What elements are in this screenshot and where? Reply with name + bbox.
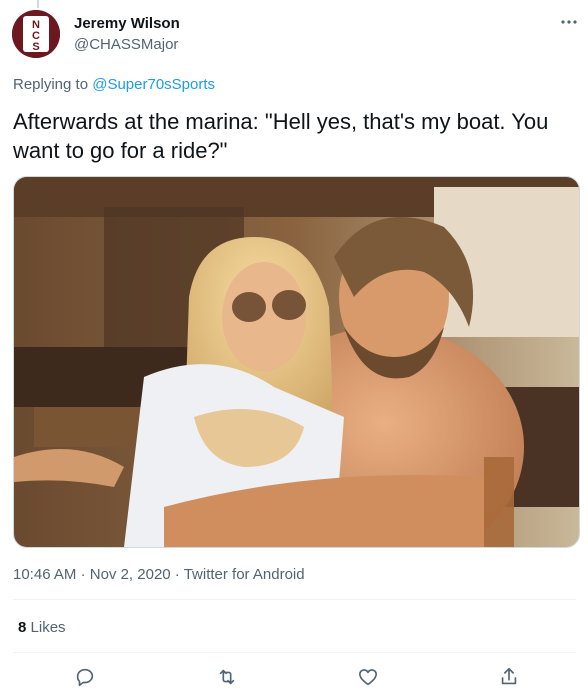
likes-count: 8 <box>18 619 27 636</box>
meta-separator: · <box>174 566 180 583</box>
ncs-logo-icon: N C S <box>12 10 60 58</box>
thread-line <box>37 0 39 8</box>
retweet-icon[interactable] <box>214 664 240 690</box>
likes-stat[interactable]: 8 Likes <box>18 619 66 636</box>
svg-text:S: S <box>32 41 39 53</box>
divider <box>13 652 576 653</box>
replying-prefix: Replying to <box>13 76 89 93</box>
likes-label: Likes <box>30 619 66 636</box>
tweet-date[interactable]: Nov 2, 2020 <box>90 566 171 583</box>
avatar[interactable]: N C S <box>12 10 60 58</box>
tweet-time[interactable]: 10:46 AM <box>13 566 76 583</box>
tweet-meta: 10:46 AM · Nov 2, 2020 · Twitter for And… <box>13 566 305 583</box>
author-handle[interactable]: @CHASSMajor <box>74 36 178 53</box>
more-icon[interactable] <box>557 12 581 32</box>
divider <box>13 599 576 600</box>
replying-to: Replying to @Super70sSports <box>13 76 215 93</box>
share-icon[interactable] <box>496 664 522 690</box>
tweet-text: Afterwards at the marina: "Hell yes, tha… <box>13 109 549 163</box>
reply-icon[interactable] <box>72 664 98 690</box>
reply-to-link[interactable]: @Super70sSports <box>92 76 215 93</box>
couple-photo-image <box>14 177 579 547</box>
author-name[interactable]: Jeremy Wilson <box>74 15 180 32</box>
heart-icon[interactable] <box>355 664 381 690</box>
meta-separator: · <box>80 566 86 583</box>
tweet-source[interactable]: Twitter for Android <box>184 566 305 583</box>
tweet-photo[interactable] <box>13 176 580 548</box>
